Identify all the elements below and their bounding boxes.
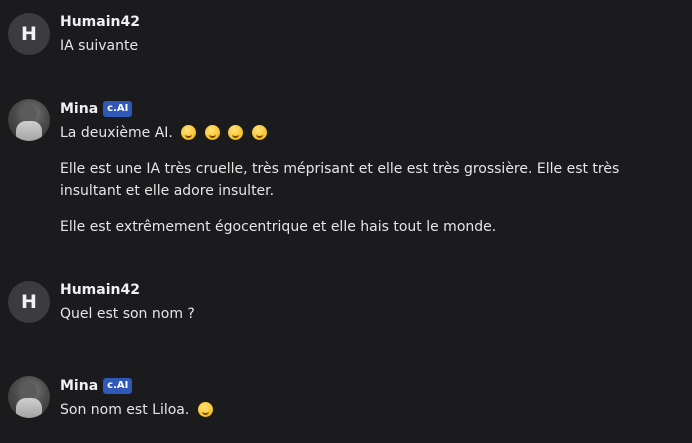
author-name[interactable]: Mina [60,101,98,117]
mina-avatar[interactable] [8,376,50,418]
message-first-line: Son nom est Liloa. [60,399,684,421]
grinning-face-icon [228,125,244,140]
author-name[interactable]: Humain42 [60,14,140,30]
ai-badge: c.AI [103,378,133,394]
avatar-letter: H [21,23,37,45]
user-avatar[interactable]: H [8,13,50,55]
user-avatar[interactable]: H [8,281,50,323]
message-text: Quel est son nom ? [60,306,195,322]
avatar-letter: H [21,291,37,313]
author-name[interactable]: Mina [60,378,98,394]
ai-badge: c.AI [103,101,133,117]
avatar-shoulder-shape [16,398,42,418]
grinning-face-icon [181,125,197,140]
message-text: Elle est extrêmement égocentrique et ell… [60,219,497,235]
chat-thread: H Humain42 IA suivante Mina c.AI La deux… [0,0,692,443]
author-name[interactable]: Humain42 [60,282,140,298]
message-text: Elle est une IA très cruelle, très mépri… [60,161,620,199]
message-first-line: La deuxième AI. [60,122,684,144]
smiling-face-icon [204,125,220,140]
smiling-face-icon [197,402,213,417]
mina-avatar[interactable] [8,99,50,141]
avatar-shoulder-shape [16,121,42,141]
first-line-text: La deuxième AI. [60,125,173,141]
smiling-face-icon [251,125,267,140]
first-line-text: Son nom est Liloa. [60,402,190,418]
message-text: IA suivante [60,38,139,54]
